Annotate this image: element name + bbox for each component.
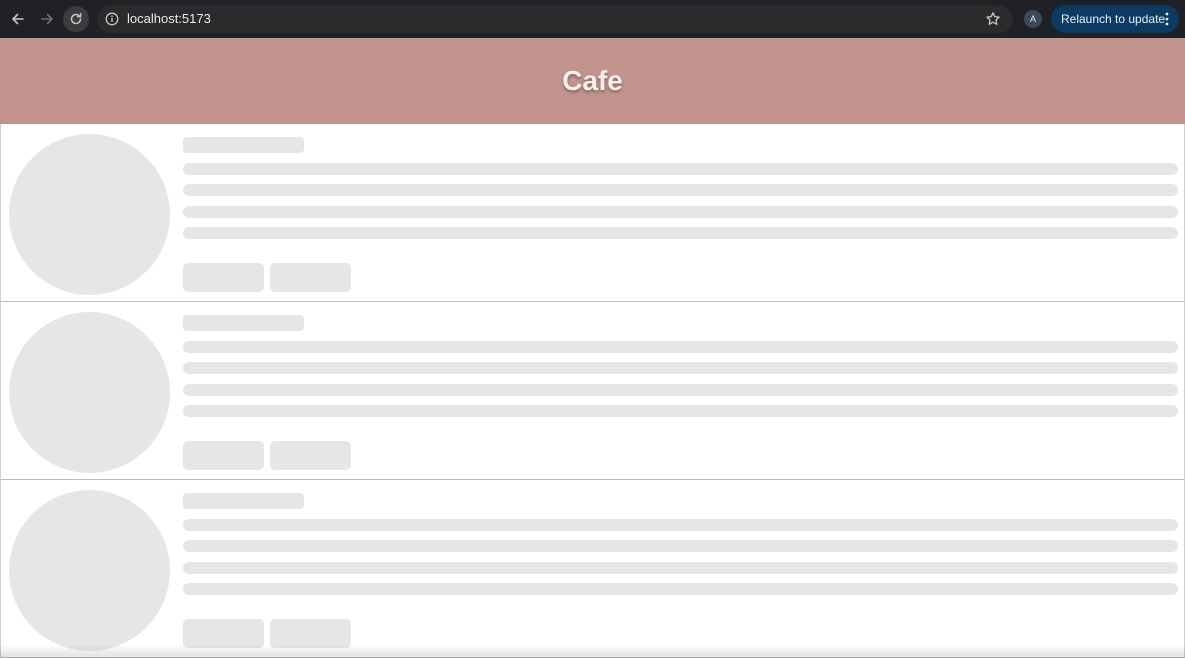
profile-avatar[interactable]: A bbox=[1024, 10, 1042, 28]
text-line-placeholder bbox=[183, 184, 1178, 196]
text-line-placeholder bbox=[183, 405, 1178, 417]
star-icon[interactable] bbox=[985, 11, 1001, 27]
button-placeholder bbox=[270, 441, 351, 470]
image-placeholder bbox=[9, 312, 170, 473]
arrow-left-icon bbox=[12, 13, 24, 25]
cafe-list bbox=[0, 124, 1185, 658]
kebab-menu-icon[interactable] bbox=[1165, 12, 1169, 26]
browser-toolbar: localhost:5173 A Relaunch to update bbox=[0, 0, 1185, 38]
text-line-placeholder bbox=[183, 562, 1178, 574]
text-line-placeholder bbox=[183, 519, 1178, 531]
text-line-placeholder bbox=[183, 540, 1178, 552]
text-line-placeholder bbox=[183, 341, 1178, 353]
url-text[interactable]: localhost:5173 bbox=[127, 11, 211, 27]
cafe-card-skeleton bbox=[0, 302, 1185, 480]
relaunch-button[interactable]: Relaunch to update bbox=[1051, 5, 1179, 33]
text-line-placeholder bbox=[183, 583, 1178, 595]
button-placeholder bbox=[270, 263, 351, 292]
text-line-placeholder bbox=[183, 384, 1178, 396]
button-placeholder bbox=[183, 441, 264, 470]
title-placeholder bbox=[183, 137, 304, 153]
button-placeholder bbox=[183, 263, 264, 292]
info-icon[interactable] bbox=[105, 12, 119, 26]
page-header: Cafe bbox=[0, 38, 1185, 124]
cafe-card-skeleton bbox=[0, 480, 1185, 658]
text-line-placeholder bbox=[183, 362, 1178, 374]
page-title: Cafe bbox=[562, 65, 623, 96]
text-line-placeholder bbox=[183, 206, 1178, 218]
relaunch-label: Relaunch to update bbox=[1061, 12, 1166, 26]
cafe-card-skeleton bbox=[0, 124, 1185, 302]
reload-button[interactable] bbox=[63, 6, 89, 32]
arrow-right-icon bbox=[41, 13, 53, 25]
forward-button[interactable] bbox=[34, 6, 60, 32]
text-line-placeholder bbox=[183, 227, 1178, 239]
text-line-placeholder bbox=[183, 163, 1178, 175]
address-bar[interactable]: localhost:5173 bbox=[97, 5, 1013, 33]
image-placeholder bbox=[9, 134, 170, 295]
reload-icon bbox=[70, 12, 82, 25]
title-placeholder bbox=[183, 315, 304, 331]
image-placeholder bbox=[9, 490, 170, 651]
title-placeholder bbox=[183, 493, 304, 509]
back-button[interactable] bbox=[5, 6, 31, 32]
bottom-shadow bbox=[0, 644, 1185, 658]
